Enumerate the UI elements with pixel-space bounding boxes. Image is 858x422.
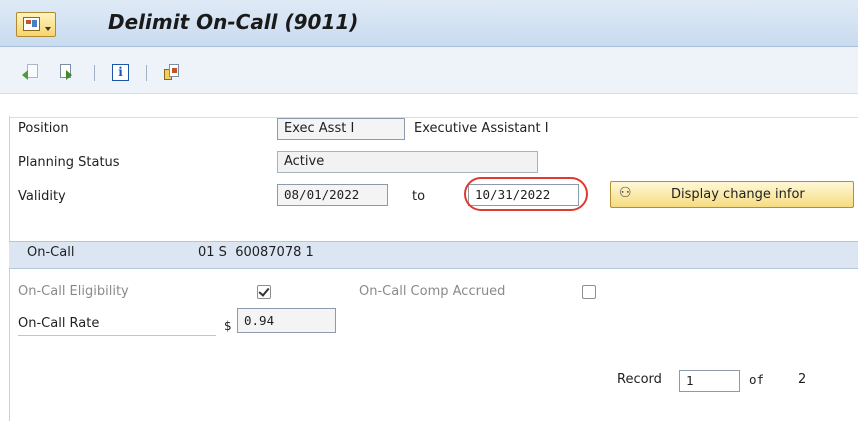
display-change-info-button[interactable]: ⚇ Display change infor xyxy=(610,181,854,208)
record-total: 2 xyxy=(798,372,807,387)
eligibility-checkbox[interactable] xyxy=(257,285,271,299)
of-label: of xyxy=(749,372,765,387)
other-icon[interactable] xyxy=(163,64,181,82)
comp-accrued-label: On-Call Comp Accrued xyxy=(359,284,506,299)
eligibility-label: On-Call Eligibility xyxy=(18,284,129,299)
information-icon[interactable]: i xyxy=(112,64,130,82)
record-input[interactable]: 1 xyxy=(679,370,740,392)
next-record-icon[interactable] xyxy=(57,64,75,82)
validity-label: Validity xyxy=(18,189,66,204)
checkmark-icon xyxy=(258,285,270,297)
menu-icon xyxy=(23,17,40,31)
position-label: Position xyxy=(18,121,69,136)
rate-field[interactable]: 0.94 xyxy=(237,308,336,333)
panel-header: On-Call 01 S 60087078 1 xyxy=(9,242,858,269)
title-bar: Delimit On-Call (9011) xyxy=(0,0,858,47)
panel-title: On-Call xyxy=(27,245,75,260)
toolbar-separator xyxy=(146,65,147,81)
position-code-field[interactable]: Exec Asst I xyxy=(277,118,405,140)
rate-label: On-Call Rate xyxy=(18,313,216,336)
panel-key: 01 S 60087078 1 xyxy=(198,245,314,260)
menu-button[interactable] xyxy=(16,12,56,37)
planning-status-field[interactable]: Active xyxy=(277,151,538,173)
to-label: to xyxy=(412,189,426,204)
previous-record-icon[interactable] xyxy=(22,64,42,82)
planning-status-label: Planning Status xyxy=(18,155,120,170)
page-title: Delimit On-Call (9011) xyxy=(108,10,359,34)
currency-symbol: $ xyxy=(224,319,232,333)
position-text: Executive Assistant I xyxy=(414,121,549,136)
valid-to-field[interactable]: 10/31/2022 xyxy=(468,184,579,206)
valid-from-field[interactable]: 08/01/2022 xyxy=(277,184,388,206)
application-toolbar: i xyxy=(0,47,858,94)
record-label: Record xyxy=(617,372,662,387)
glasses-icon: ⚇ xyxy=(619,185,632,201)
comp-accrued-checkbox[interactable] xyxy=(582,285,596,299)
dropdown-arrow-icon xyxy=(45,27,51,31)
toolbar-separator xyxy=(94,65,95,81)
